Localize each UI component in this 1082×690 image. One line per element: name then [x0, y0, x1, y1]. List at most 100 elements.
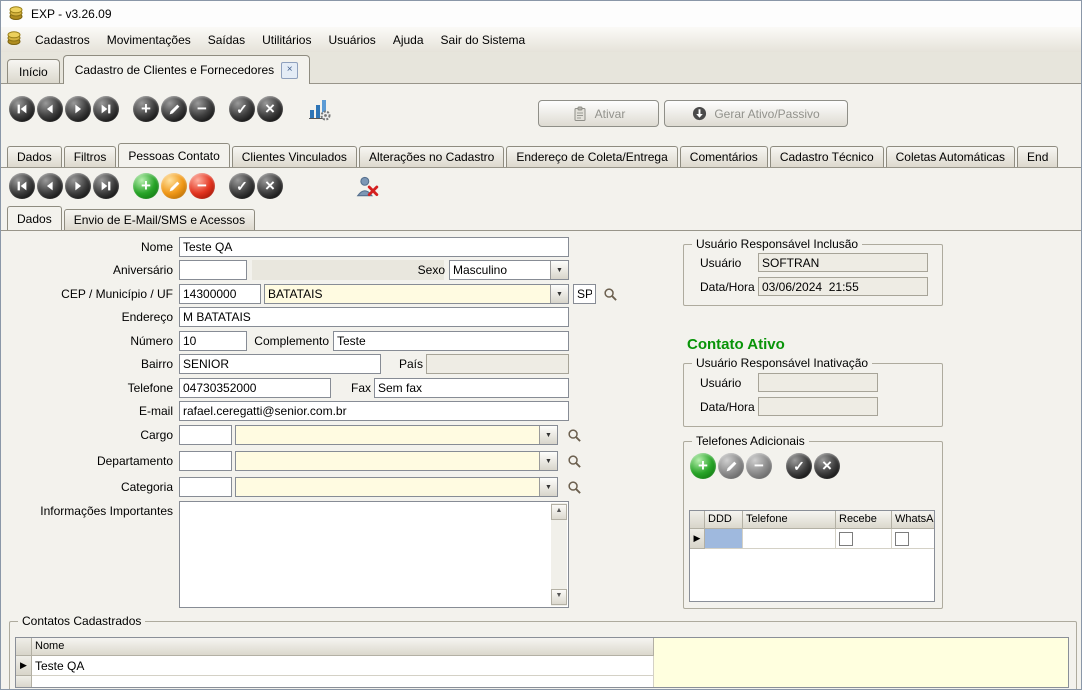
tab-endereco-coleta-entrega[interactable]: Endereço de Coleta/Entrega [506, 146, 677, 167]
numero-input[interactable] [179, 331, 247, 351]
tab-filtros[interactable]: Filtros [64, 146, 117, 167]
nav-next-button[interactable] [65, 173, 91, 199]
departamento-combobox[interactable]: ▼ [235, 451, 558, 471]
complemento-input[interactable] [333, 331, 569, 351]
cargo-combobox[interactable]: ▼ [235, 425, 558, 445]
whatsapp-checkbox[interactable] [895, 532, 909, 546]
cancel-record-button[interactable]: × [257, 96, 283, 122]
cell-ddd[interactable] [705, 529, 743, 549]
menu-cadastros[interactable]: Cadastros [27, 30, 98, 50]
inclusao-usuario-field[interactable] [758, 253, 928, 272]
menu-sair-do-sistema[interactable]: Sair do Sistema [433, 30, 534, 50]
cancel-telefone-button[interactable]: × [814, 453, 840, 479]
informacoes-importantes-textarea[interactable] [180, 502, 568, 607]
recebe-sms-checkbox[interactable] [839, 532, 853, 546]
menu-ajuda[interactable]: Ajuda [385, 30, 432, 50]
bairro-input[interactable] [179, 354, 381, 374]
add-record-button[interactable]: + [133, 96, 159, 122]
delete-contact-button[interactable]: − [189, 173, 215, 199]
confirm-contact-button[interactable]: ✓ [229, 173, 255, 199]
tab-alteracoes-no-cadastro[interactable]: Alterações no Cadastro [359, 146, 504, 167]
nome-input[interactable] [179, 237, 569, 257]
search-cargo-button[interactable] [564, 425, 584, 445]
search-municipio-button[interactable] [600, 284, 620, 304]
chevron-down-icon[interactable]: ▼ [550, 261, 568, 279]
tab-enderecos[interactable]: End [1017, 146, 1058, 167]
subtab-envio-email-sms-acessos[interactable]: Envio de E-Mail/SMS e Acessos [64, 209, 255, 230]
search-departamento-button[interactable] [564, 451, 584, 471]
edit-contact-button[interactable] [161, 173, 187, 199]
add-telefone-button[interactable]: + [690, 453, 716, 479]
col-nome[interactable]: Nome [32, 638, 654, 656]
cancel-contact-button[interactable]: × [257, 173, 283, 199]
categoria-code-input[interactable] [179, 477, 232, 497]
chevron-down-icon[interactable]: ▼ [550, 285, 568, 303]
tab-comentarios[interactable]: Comentários [680, 146, 768, 167]
chevron-down-icon[interactable]: ▼ [539, 426, 557, 444]
cell-nome-empty[interactable] [32, 676, 654, 688]
tab-dados[interactable]: Dados [7, 146, 62, 167]
inativacao-datahora-field[interactable] [758, 397, 878, 416]
informacoes-importantes-memo[interactable]: ▲ ▼ [179, 501, 569, 608]
menu-saidas[interactable]: Saídas [200, 30, 253, 50]
tab-cadastro-tecnico[interactable]: Cadastro Técnico [770, 146, 884, 167]
menu-usuarios[interactable]: Usuários [320, 30, 383, 50]
add-contact-button[interactable]: + [133, 173, 159, 199]
cell-telefone[interactable] [743, 529, 836, 549]
edit-record-button[interactable] [161, 96, 187, 122]
memo-scrollbar[interactable]: ▲ ▼ [551, 503, 567, 606]
contatos-empty-row[interactable] [16, 676, 1068, 688]
contatos-data-row[interactable]: ▶ Teste QA [16, 656, 1068, 676]
chevron-down-icon[interactable]: ▼ [539, 452, 557, 470]
delete-telefone-button[interactable]: − [746, 453, 772, 479]
nav-last-button[interactable] [93, 173, 119, 199]
inativacao-usuario-field[interactable] [758, 373, 878, 392]
tab-clientes-vinculados[interactable]: Clientes Vinculados [232, 146, 357, 167]
cargo-code-input[interactable] [179, 425, 232, 445]
pais-input[interactable] [426, 354, 569, 374]
scroll-down-icon[interactable]: ▼ [551, 589, 567, 605]
nav-last-button[interactable] [93, 96, 119, 122]
inclusao-datahora-field[interactable] [758, 277, 928, 296]
col-ddd[interactable]: DDD [705, 511, 743, 529]
col-telefone[interactable]: Telefone [743, 511, 836, 529]
telefones-data-row[interactable]: ▶ [690, 529, 934, 549]
cep-input[interactable] [179, 284, 261, 304]
municipio-combobox[interactable]: BATATAIS ▼ [264, 284, 569, 304]
chevron-down-icon[interactable]: ▼ [539, 478, 557, 496]
tab-coletas-automaticas[interactable]: Coletas Automáticas [886, 146, 1015, 167]
search-categoria-button[interactable] [564, 477, 584, 497]
subtab-dados[interactable]: Dados [7, 206, 62, 231]
nav-prev-button[interactable] [37, 96, 63, 122]
tab-pessoas-contato[interactable]: Pessoas Contato [118, 143, 229, 168]
fax-input[interactable] [374, 378, 569, 398]
tab-inicio[interactable]: Início [7, 59, 60, 83]
scroll-up-icon[interactable]: ▲ [551, 504, 567, 520]
cell-nome[interactable]: Teste QA [32, 656, 654, 676]
gerar-ativo-passivo-button[interactable]: Gerar Ativo/Passivo [664, 100, 848, 127]
edit-telefone-button[interactable] [718, 453, 744, 479]
menu-utilitarios[interactable]: Utilitários [254, 30, 319, 50]
ativar-button[interactable]: Ativar [538, 100, 659, 127]
confirm-record-button[interactable]: ✓ [229, 96, 255, 122]
col-recebe-sms[interactable]: Recebe SMS [836, 511, 892, 529]
close-tab-icon[interactable]: × [281, 62, 298, 79]
endereco-input[interactable] [179, 307, 569, 327]
departamento-code-input[interactable] [179, 451, 232, 471]
nav-first-button[interactable] [9, 96, 35, 122]
sexo-combobox[interactable]: Masculino ▼ [449, 260, 569, 280]
telefone-input[interactable] [179, 378, 331, 398]
tab-cadastro-clientes-fornecedores[interactable]: Cadastro de Clientes e Fornecedores × [63, 55, 310, 84]
col-whatsapp[interactable]: WhatsApp [892, 511, 934, 529]
menu-movimentacoes[interactable]: Movimentações [99, 30, 199, 50]
nav-next-button[interactable] [65, 96, 91, 122]
delete-record-button[interactable]: − [189, 96, 215, 122]
aniversario-input[interactable] [179, 260, 247, 280]
nav-prev-button[interactable] [37, 173, 63, 199]
categoria-combobox[interactable]: ▼ [235, 477, 558, 497]
nav-first-button[interactable] [9, 173, 35, 199]
chart-button[interactable] [307, 97, 331, 121]
confirm-telefone-button[interactable]: ✓ [786, 453, 812, 479]
remove-contact-person-button[interactable] [353, 173, 381, 201]
email-input[interactable] [179, 401, 569, 421]
